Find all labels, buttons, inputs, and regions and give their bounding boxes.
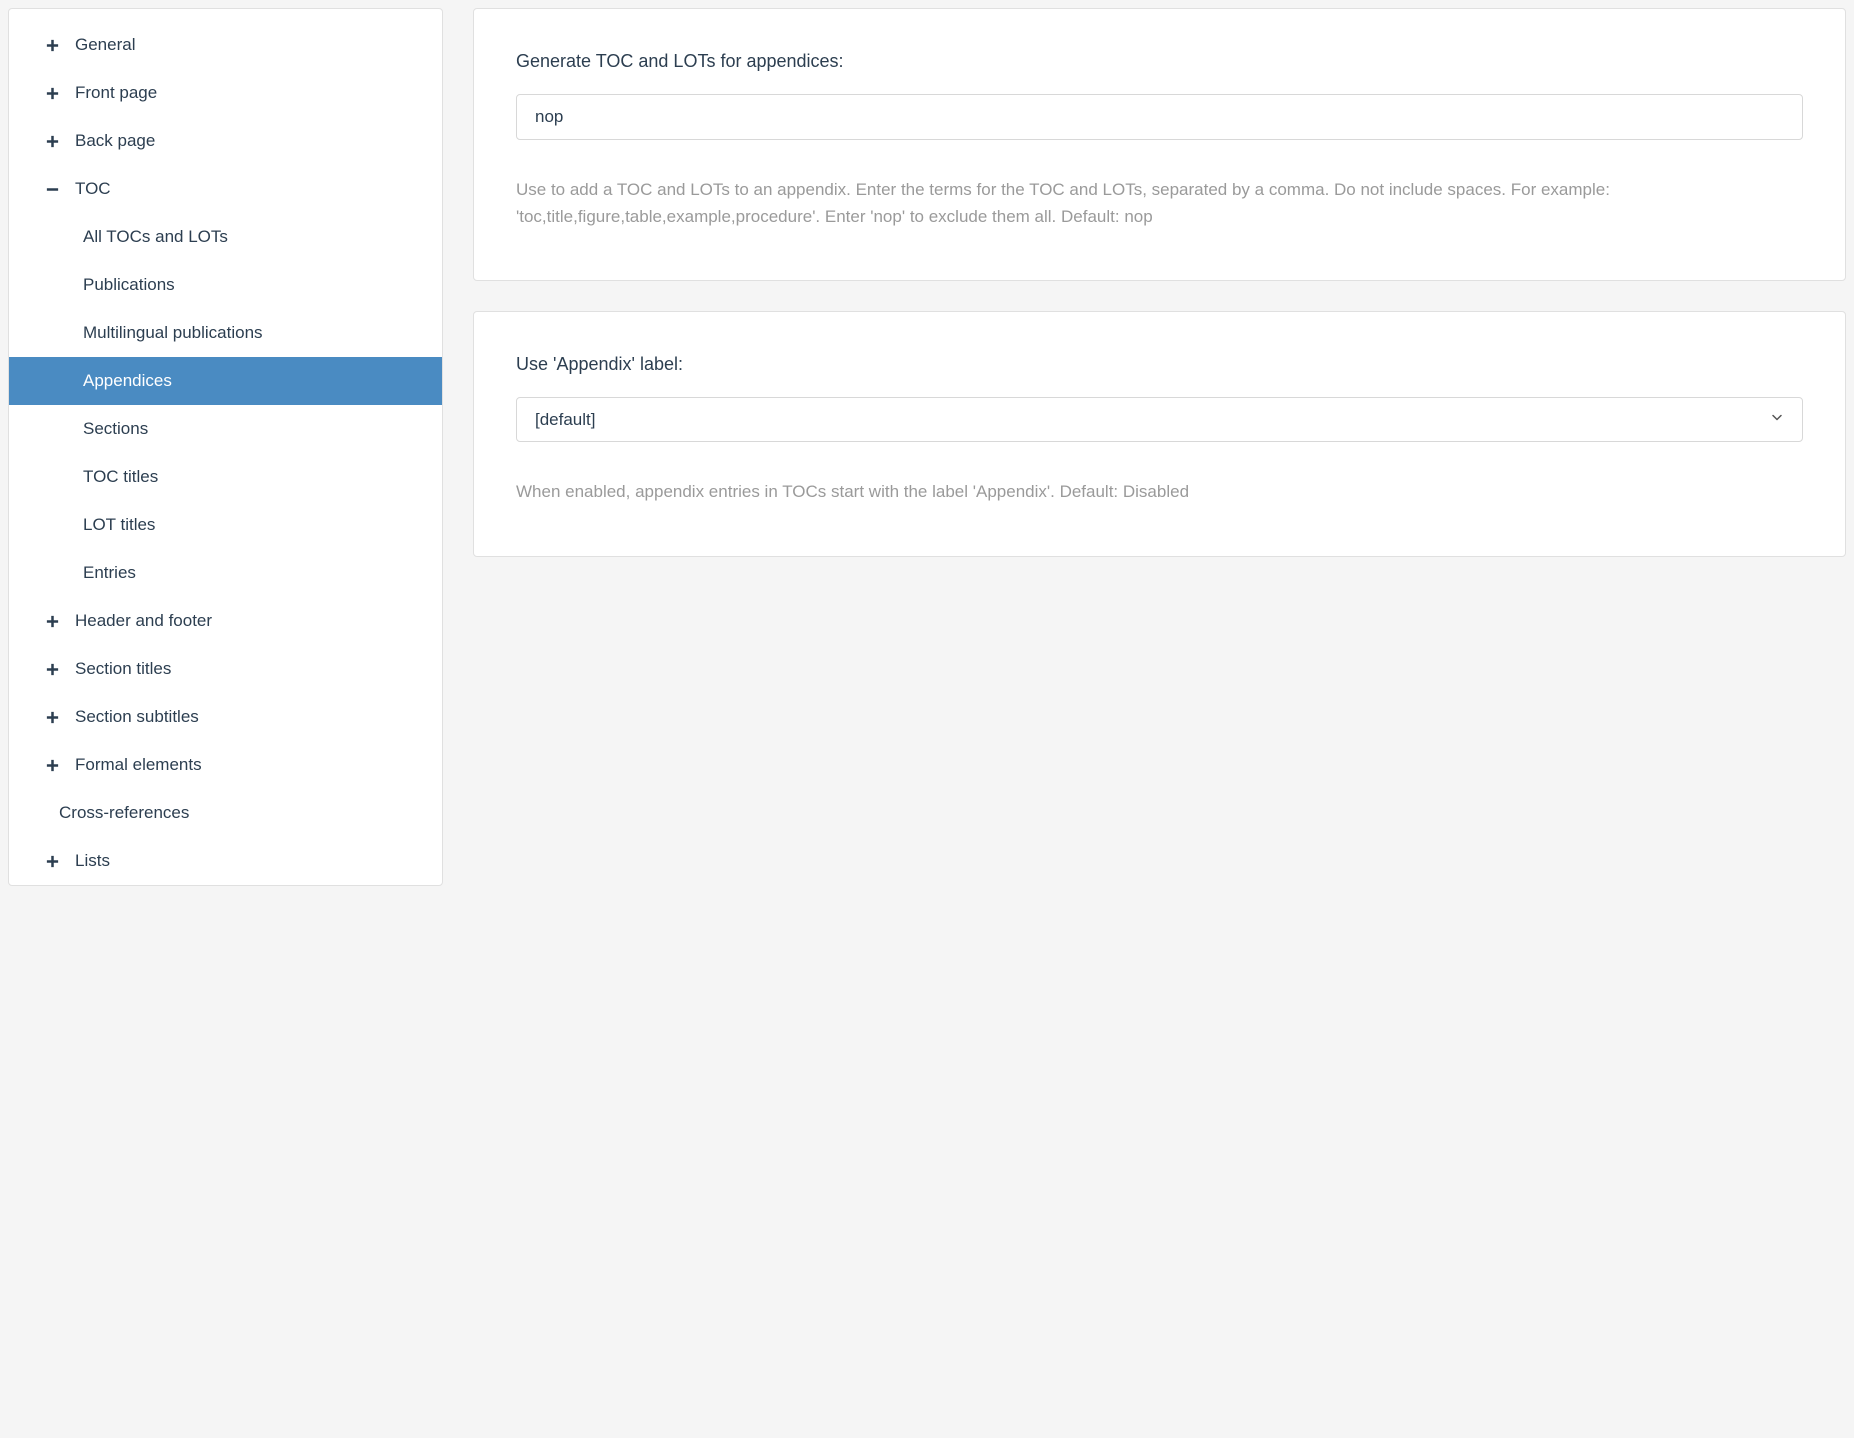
sidebar: General Front page Back page TOC All TOCs an… bbox=[8, 8, 443, 886]
nav-item-section-titles[interactable]: Section titles bbox=[9, 645, 442, 693]
nav-item-label: General bbox=[75, 35, 135, 55]
nav-item-label: All TOCs and LOTs bbox=[83, 227, 228, 247]
nav-item-label: Formal elements bbox=[75, 755, 202, 775]
field-label-toc-appendices: Generate TOC and LOTs for appendices: bbox=[516, 51, 1803, 72]
nav-item-section-subtitles[interactable]: Section subtitles bbox=[9, 693, 442, 741]
nav-item-label: Back page bbox=[75, 131, 155, 151]
layout: General Front page Back page TOC All TOCs an… bbox=[0, 0, 1854, 894]
plus-icon bbox=[45, 758, 71, 773]
nav-item-label: Section titles bbox=[75, 659, 171, 679]
nav-item-formal-elements[interactable]: Formal elements bbox=[9, 741, 442, 789]
nav-item-toc[interactable]: TOC bbox=[9, 165, 442, 213]
nav-item-cross-references[interactable]: Cross-references bbox=[9, 789, 442, 837]
minus-icon bbox=[45, 182, 71, 197]
plus-icon bbox=[45, 86, 71, 101]
select-appendix-label[interactable]: [default] bbox=[516, 397, 1803, 442]
nav-item-back-page[interactable]: Back page bbox=[9, 117, 442, 165]
nav-item-label: TOC titles bbox=[83, 467, 158, 487]
nav-item-sections[interactable]: Sections bbox=[9, 405, 442, 453]
input-toc-appendices[interactable] bbox=[516, 94, 1803, 140]
plus-icon bbox=[45, 614, 71, 629]
nav-item-front-page[interactable]: Front page bbox=[9, 69, 442, 117]
main-content: Generate TOC and LOTs for appendices: Us… bbox=[473, 8, 1846, 886]
nav-item-label: Front page bbox=[75, 83, 157, 103]
help-appendix-label: When enabled, appendix entries in TOCs s… bbox=[516, 478, 1803, 505]
nav-item-appendices[interactable]: Appendices bbox=[9, 357, 442, 405]
nav-item-lists[interactable]: Lists bbox=[9, 837, 442, 885]
nav-item-toc-titles[interactable]: TOC titles bbox=[9, 453, 442, 501]
nav-item-label: TOC bbox=[75, 179, 111, 199]
field-label-appendix-label: Use 'Appendix' label: bbox=[516, 354, 1803, 375]
nav-item-label: Appendices bbox=[83, 371, 172, 391]
plus-icon bbox=[45, 662, 71, 677]
nav-item-label: Entries bbox=[83, 563, 136, 583]
help-toc-appendices: Use to add a TOC and LOTs to an appendix… bbox=[516, 176, 1803, 230]
nav-item-label: Sections bbox=[83, 419, 148, 439]
nav-item-entries[interactable]: Entries bbox=[9, 549, 442, 597]
nav-item-lot-titles[interactable]: LOT titles bbox=[9, 501, 442, 549]
nav-item-publications[interactable]: Publications bbox=[9, 261, 442, 309]
plus-icon bbox=[45, 134, 71, 149]
card-appendix-label: Use 'Appendix' label: [default] When ena… bbox=[473, 311, 1846, 556]
nav-item-header-and-footer[interactable]: Header and footer bbox=[9, 597, 442, 645]
nav-item-label: Publications bbox=[83, 275, 175, 295]
nav-item-general[interactable]: General bbox=[9, 21, 442, 69]
plus-icon bbox=[45, 710, 71, 725]
nav-item-multilingual-publications[interactable]: Multilingual publications bbox=[9, 309, 442, 357]
nav-item-label: Cross-references bbox=[59, 803, 189, 823]
nav-item-label: Multilingual publications bbox=[83, 323, 263, 343]
card-toc-appendices: Generate TOC and LOTs for appendices: Us… bbox=[473, 8, 1846, 281]
plus-icon bbox=[45, 38, 71, 53]
nav-item-label: LOT titles bbox=[83, 515, 155, 535]
nav-item-label: Lists bbox=[75, 851, 110, 871]
nav-item-all-tocs-and-lots[interactable]: All TOCs and LOTs bbox=[9, 213, 442, 261]
nav-item-label: Section subtitles bbox=[75, 707, 199, 727]
select-wrap-appendix-label: [default] bbox=[516, 397, 1803, 442]
plus-icon bbox=[45, 854, 71, 869]
nav-item-label: Header and footer bbox=[75, 611, 212, 631]
